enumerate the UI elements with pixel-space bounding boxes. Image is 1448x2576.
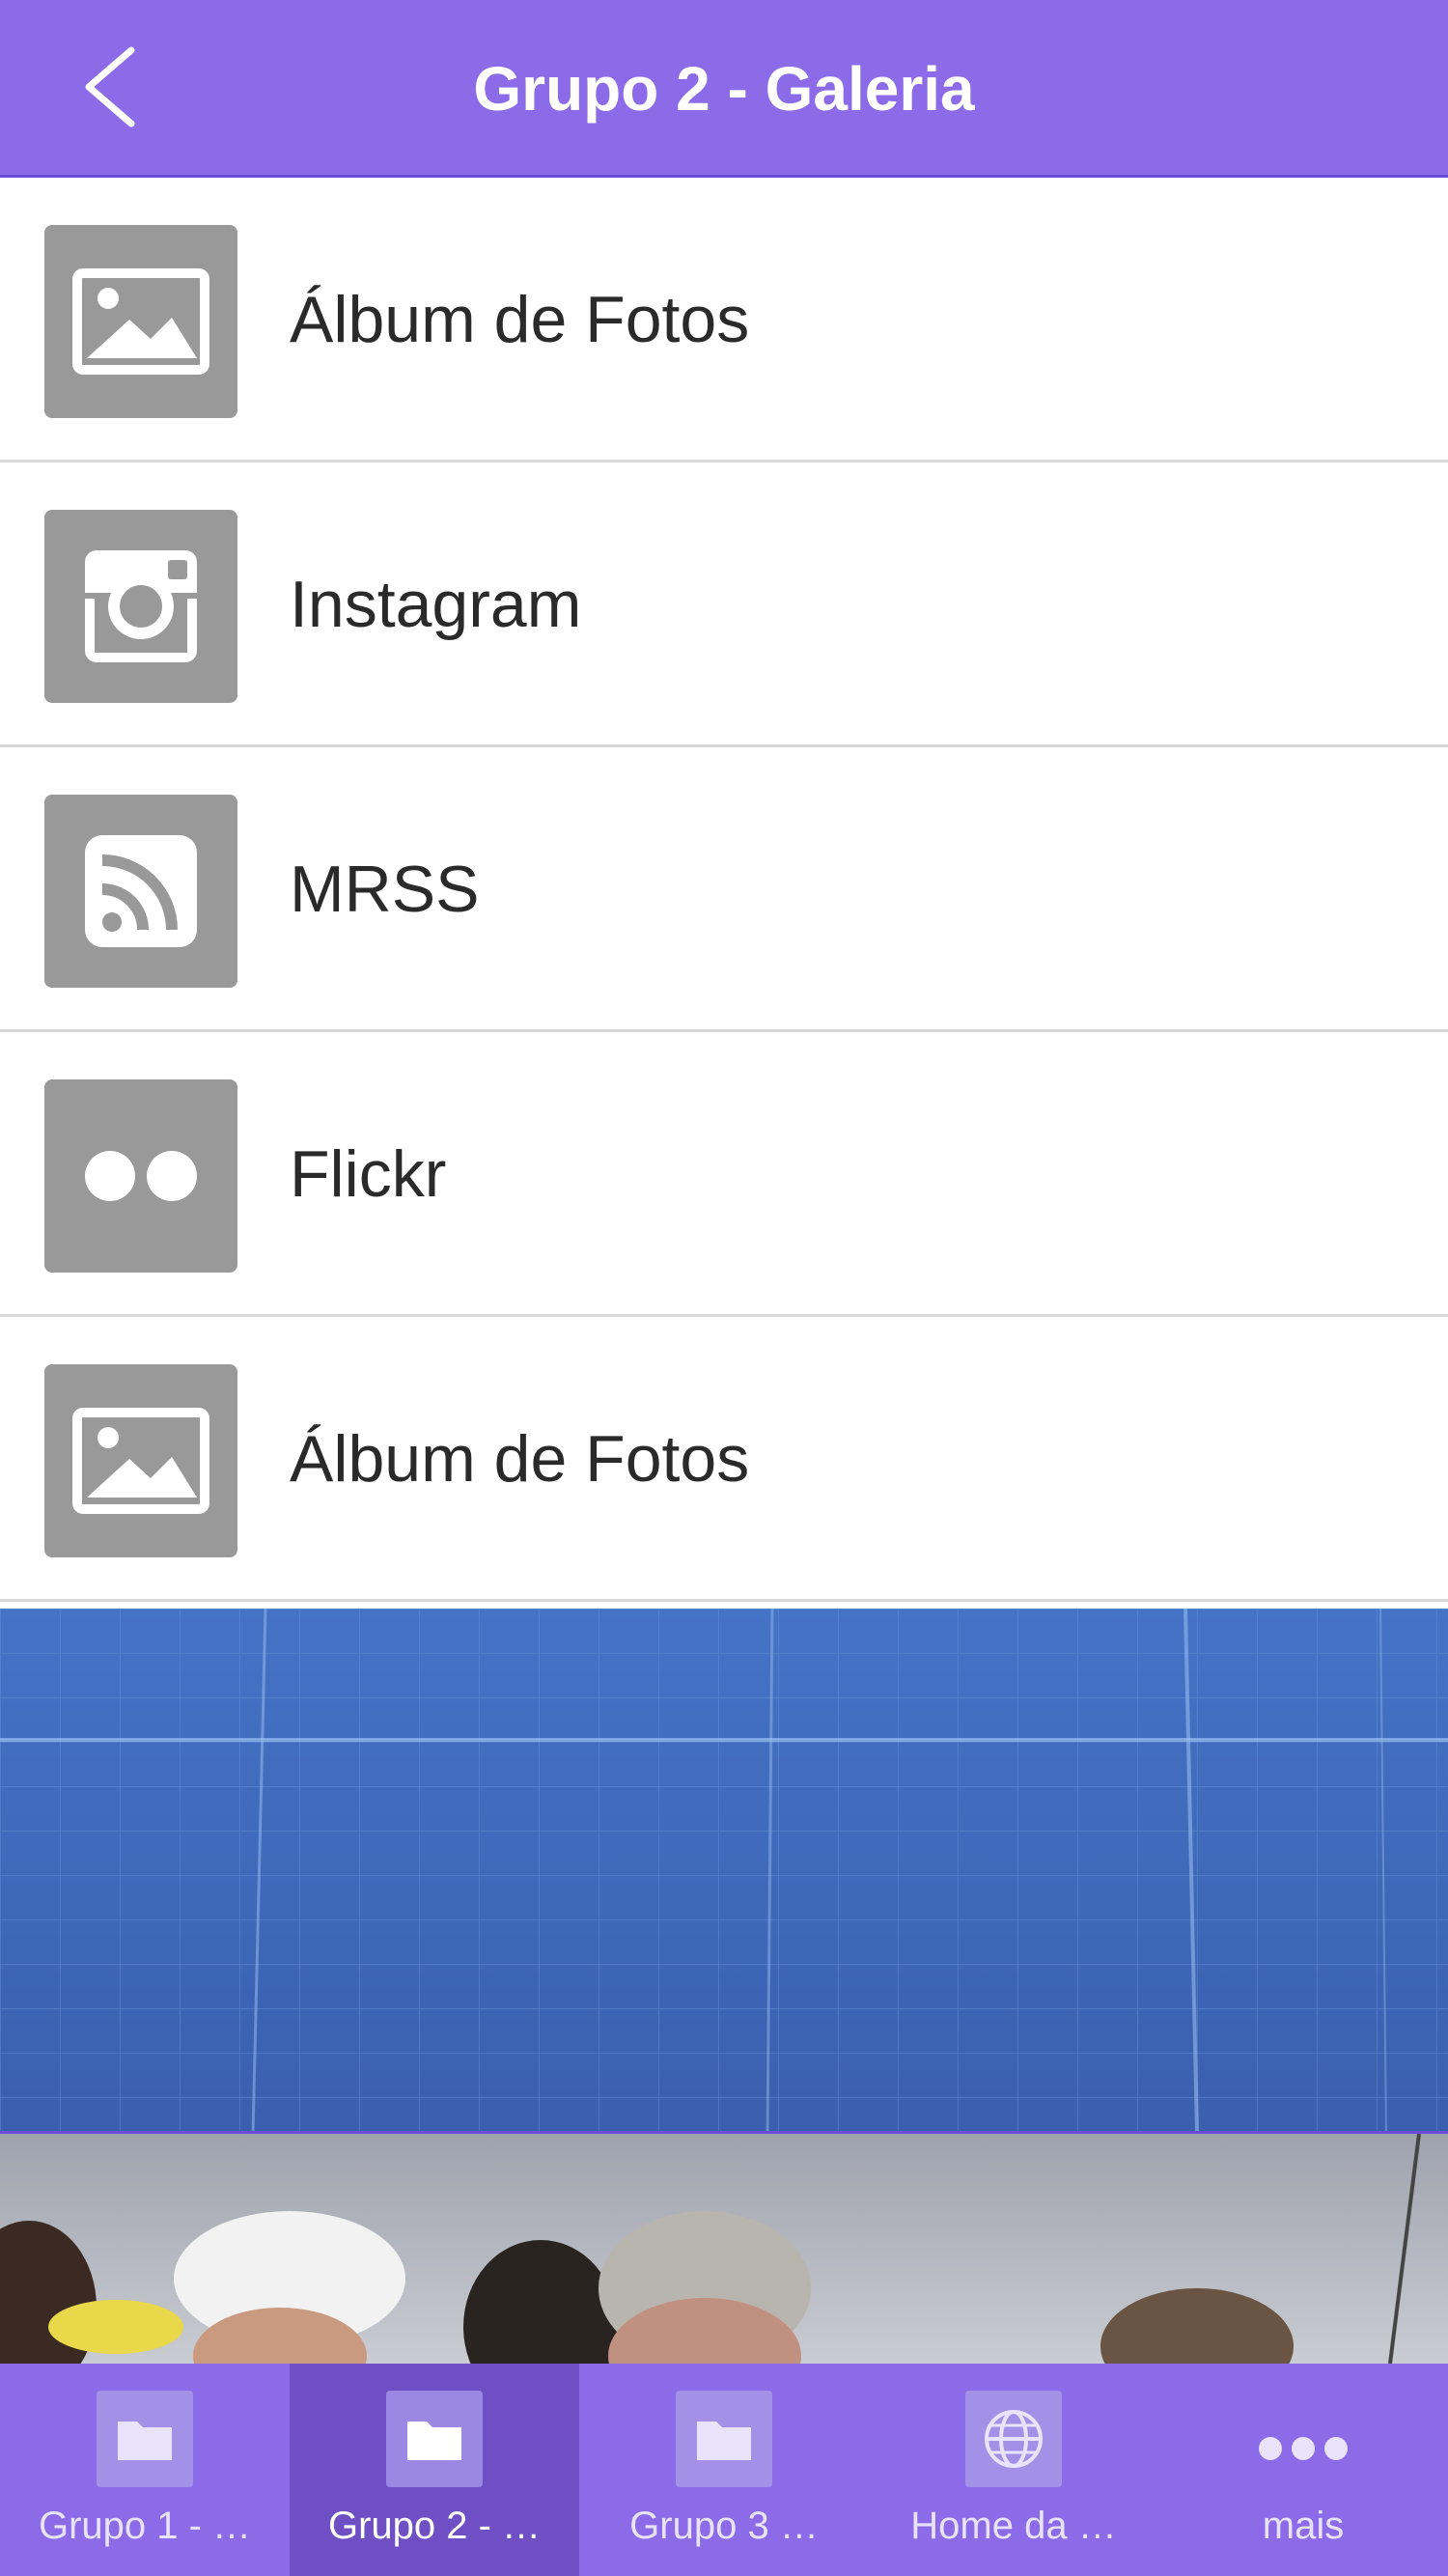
tab-label: Grupo 2 - … (327, 2505, 542, 2547)
tab-label: Home da … (910, 2505, 1117, 2547)
folder-icon (97, 2391, 193, 2487)
more-icon (1255, 2391, 1351, 2487)
list-item-instagram[interactable]: Instagram (0, 462, 1448, 747)
header-bar: Grupo 2 - Galeria (0, 0, 1448, 178)
list-item-label: Instagram (290, 568, 582, 641)
list-item-label: Álbum de Fotos (290, 1422, 750, 1496)
tab-more[interactable]: mais (1158, 2364, 1448, 2576)
bottom-tab-bar: Grupo 1 - … Grupo 2 - … Grupo 3 … Home d… (0, 2364, 1448, 2576)
photo-image (0, 2134, 1448, 2364)
tab-label: Grupo 3 … (629, 2505, 819, 2547)
list-item-album-fotos-2[interactable]: Álbum de Fotos (0, 1317, 1448, 1602)
tab-home[interactable]: Home da … (869, 2364, 1158, 2576)
list-item-label: Álbum de Fotos (290, 283, 750, 356)
instagram-icon (44, 510, 237, 703)
banner-image (0, 1609, 1448, 2134)
list-item-mrss[interactable]: MRSS (0, 747, 1448, 1032)
folder-icon (386, 2391, 483, 2487)
tab-grupo-3[interactable]: Grupo 3 … (579, 2364, 869, 2576)
tab-grupo-2[interactable]: Grupo 2 - … (290, 2364, 579, 2576)
flickr-icon (44, 1079, 237, 1273)
page-title: Grupo 2 - Galeria (473, 54, 975, 124)
image-icon (44, 1364, 237, 1557)
image-icon (44, 225, 237, 418)
tab-label: Grupo 1 - … (38, 2505, 252, 2547)
list-item-label: Flickr (290, 1137, 447, 1211)
gallery-list: Álbum de Fotos Instagram MRSS Flickr Álb… (0, 178, 1448, 1602)
list-item-label: MRSS (290, 853, 480, 926)
list-item-flickr[interactable]: Flickr (0, 1032, 1448, 1317)
tab-grupo-1[interactable]: Grupo 1 - … (0, 2364, 290, 2576)
tab-label: mais (1262, 2505, 1345, 2547)
list-item-album-fotos[interactable]: Álbum de Fotos (0, 178, 1448, 462)
globe-icon (965, 2391, 1062, 2487)
folder-icon (676, 2391, 772, 2487)
rss-icon (44, 795, 237, 988)
